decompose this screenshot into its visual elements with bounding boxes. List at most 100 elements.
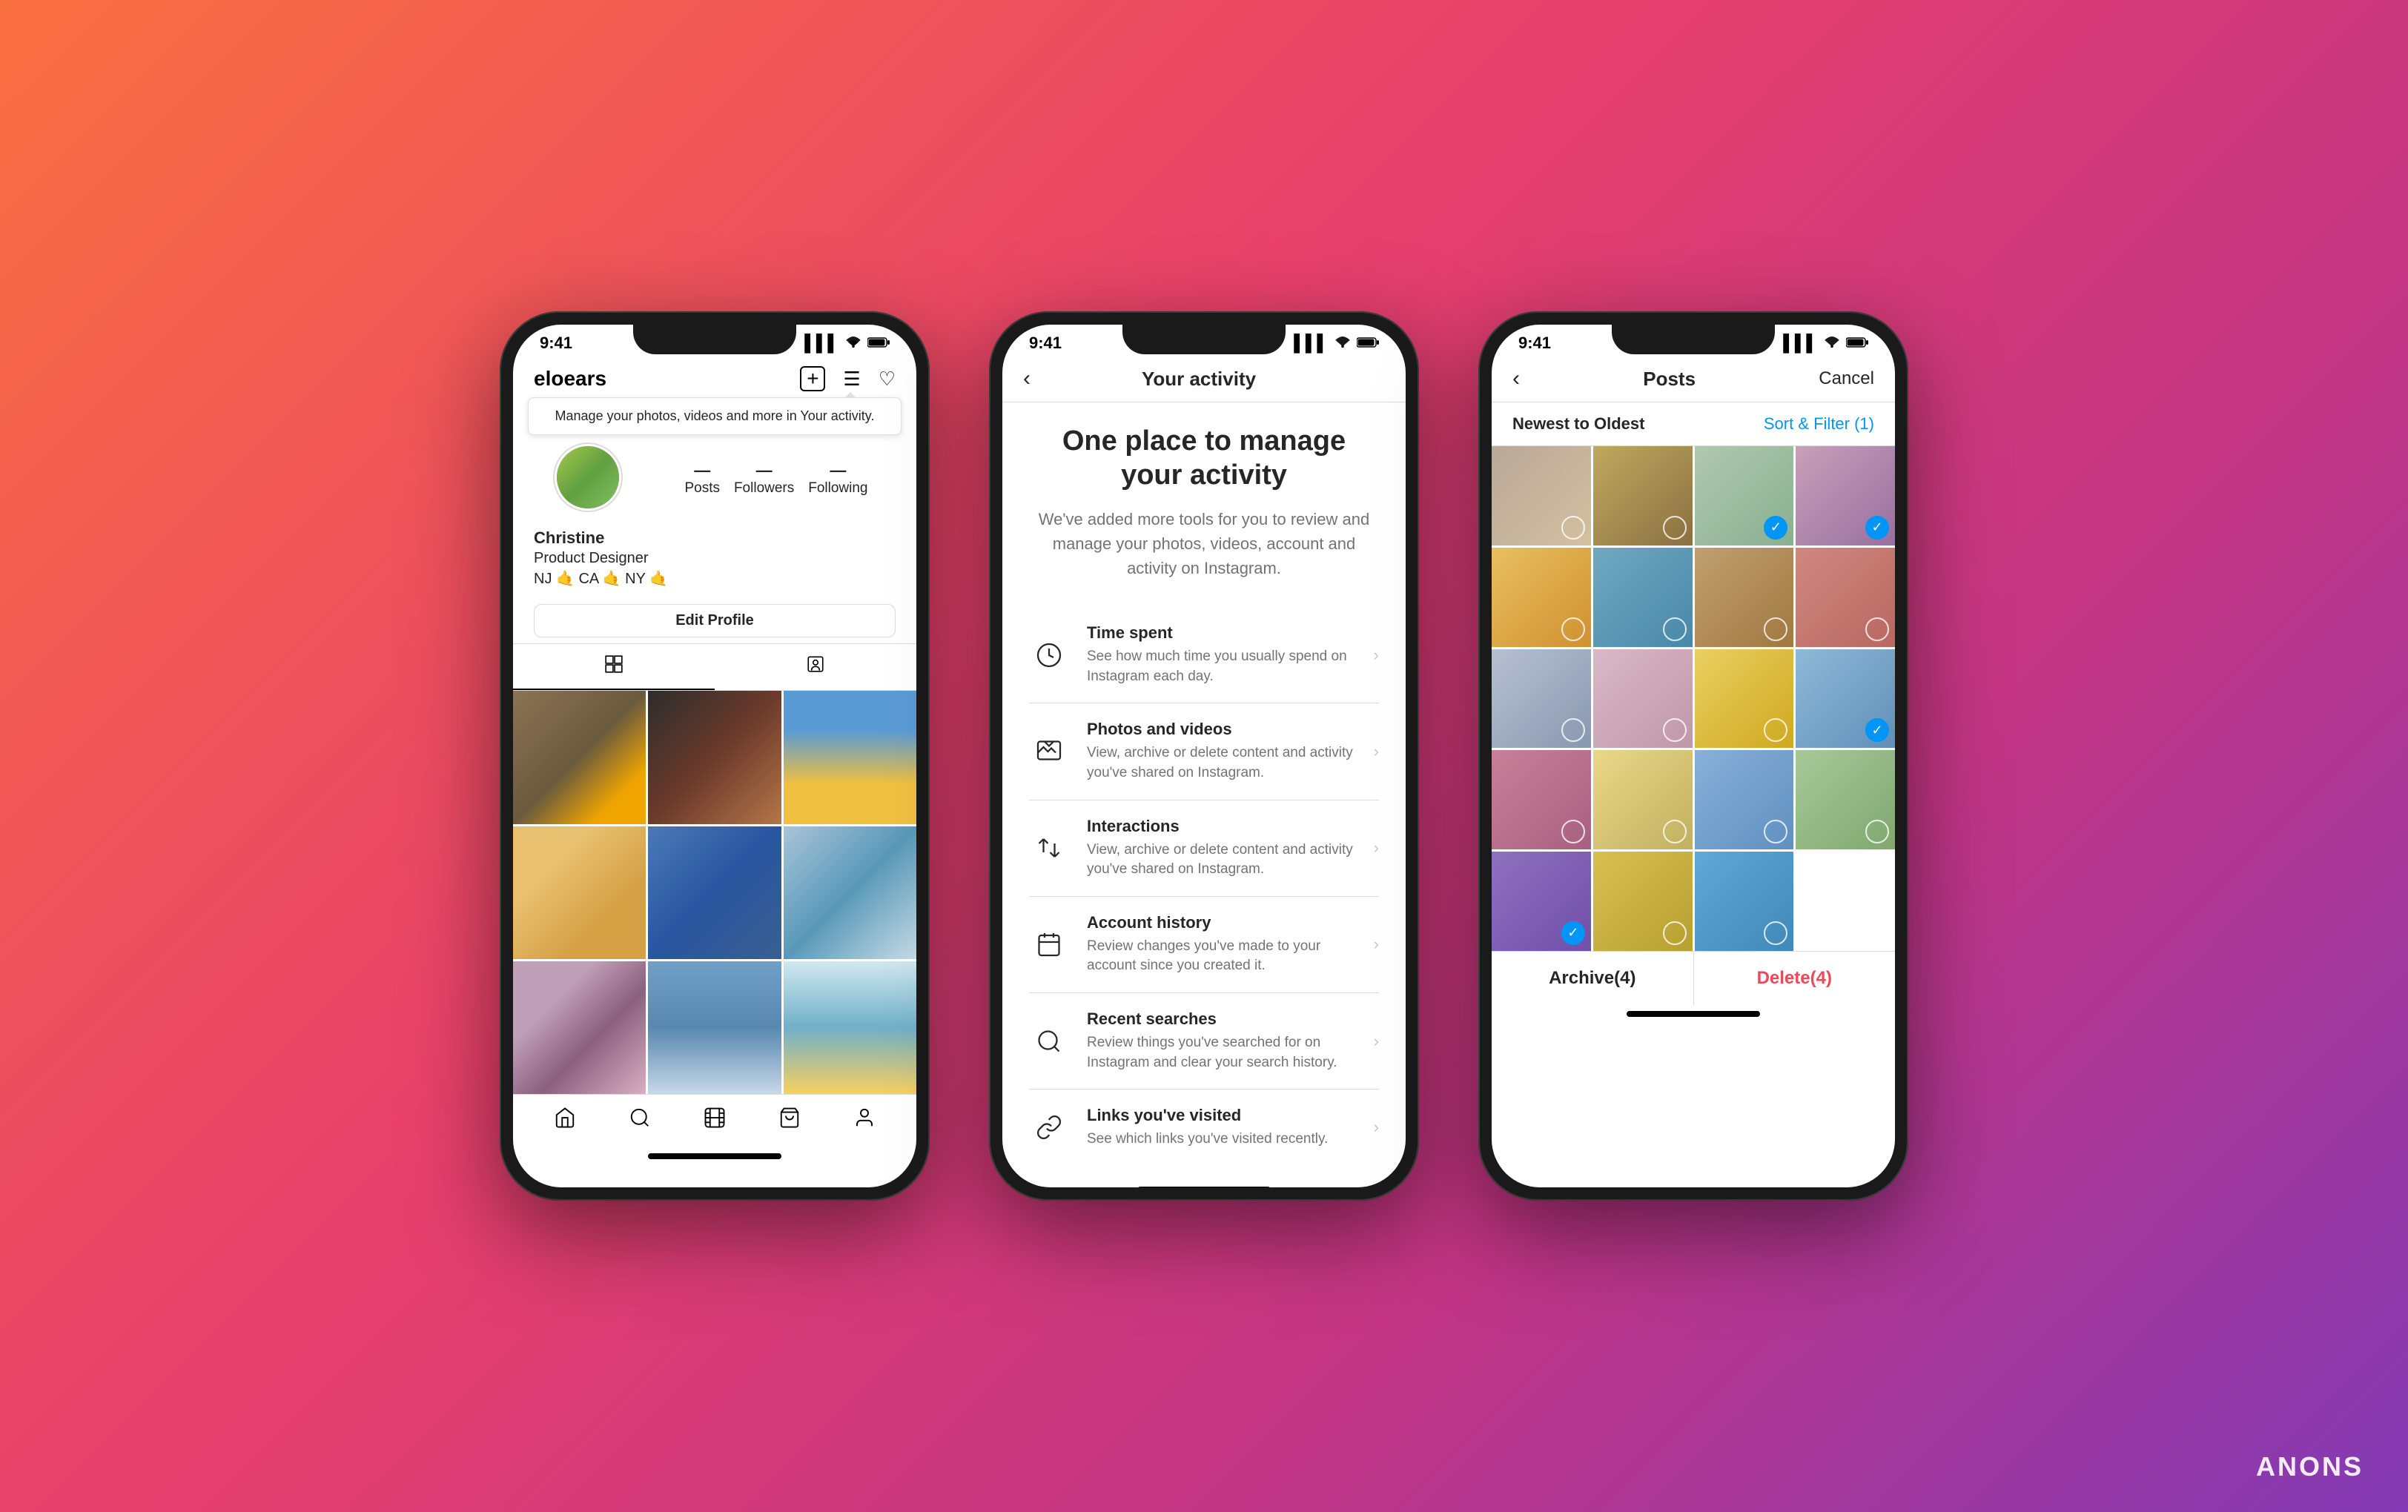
photo-cell-1[interactable] [513,691,646,823]
posts-filter-bar: Newest to Oldest Sort & Filter (1) [1492,402,1895,446]
tooltip-box: Manage your photos, videos and more in Y… [528,397,902,435]
activity-item-time[interactable]: Time spent See how much time you usually… [1029,607,1379,703]
links-icon [1029,1107,1069,1147]
activity-nav-title: Your activity [1142,368,1256,391]
links-title: Links you've visited [1087,1106,1356,1125]
photo-cell-9[interactable] [784,961,916,1094]
check-8 [1865,617,1889,641]
activity-item-time-text: Time spent See how much time you usually… [1087,623,1356,686]
post-cell-1[interactable] [1492,446,1591,546]
wifi-icon-3 [1824,334,1840,353]
post-cell-6[interactable] [1593,548,1693,647]
photo-cell-5[interactable] [648,826,781,959]
photo-cell-4[interactable] [513,826,646,959]
post-cell-11[interactable] [1695,649,1794,749]
post-cell-17[interactable]: ✓ [1492,852,1591,951]
phone-3: 9:41 ▌▌▌ ‹ Posts Cancel [1478,311,1908,1201]
profile-tabs [513,643,916,691]
followers-count: — [734,461,794,480]
add-icon[interactable]: + [800,366,825,391]
battery-icon-3 [1846,334,1868,353]
post-cell-5[interactable] [1492,548,1591,647]
activity-hero-subtitle: We've added more tools for you to review… [1029,507,1379,580]
profile-stats: — Posts — Followers — Following [657,455,896,503]
post-cell-2[interactable] [1593,446,1693,546]
reels-icon[interactable] [704,1107,726,1133]
check-5 [1561,617,1585,641]
photo-cell-7[interactable] [513,961,646,1094]
check-18 [1663,921,1687,945]
check-13 [1561,820,1585,843]
post-cell-12[interactable]: ✓ [1796,649,1895,749]
posts-stat: — Posts [684,461,720,497]
search-icon[interactable] [629,1107,651,1133]
photo-cell-3[interactable] [784,691,916,823]
photo-cell-6[interactable] [784,826,916,959]
check-16 [1865,820,1889,843]
activity-item-photos[interactable]: Photos and videos View, archive or delet… [1029,703,1379,800]
notch-3 [1612,325,1775,354]
post-cell-15[interactable] [1695,750,1794,849]
post-cell-19[interactable] [1695,852,1794,951]
back-button-3[interactable]: ‹ [1512,366,1520,391]
home-indicator-3 [1627,1011,1760,1017]
activity-item-interactions-text: Interactions View, archive or delete con… [1087,817,1356,880]
following-count: — [808,461,867,480]
menu-icon[interactable]: ☰ [843,368,860,391]
activity-item-searches[interactable]: Recent searches Review things you've sea… [1029,993,1379,1090]
back-button-2[interactable]: ‹ [1023,366,1031,391]
activity-item-history[interactable]: Account history Review changes you've ma… [1029,897,1379,993]
heart-icon[interactable]: ♡ [879,368,896,391]
profile-screen: eloears + ☰ ♡ Manage your photos, videos… [513,359,916,1162]
history-icon [1029,924,1069,964]
signal-icon-1: ▌▌▌ [804,334,839,353]
archive-button[interactable]: Archive(4) [1492,952,1694,1005]
post-cell-4[interactable]: ✓ [1796,446,1895,546]
sort-filter-button[interactable]: Sort & Filter (1) [1764,414,1874,434]
home-icon[interactable] [554,1107,576,1133]
post-cell-18[interactable] [1593,852,1693,951]
photos-icon [1029,732,1069,772]
profile-name: Christine [534,528,896,548]
photo-grid [513,691,916,1094]
post-cell-7[interactable] [1695,548,1794,647]
tooltip-text: Manage your photos, videos and more in Y… [555,408,875,423]
wifi-icon-1 [845,334,861,353]
delete-button[interactable]: Delete(4) [1694,952,1896,1005]
check-2 [1663,516,1687,540]
photos-desc: View, archive or delete content and acti… [1087,743,1356,783]
post-cell-9[interactable] [1492,649,1591,749]
post-cell-16[interactable] [1796,750,1895,849]
interactions-desc: View, archive or delete content and acti… [1087,840,1356,880]
photo-cell-2[interactable] [648,691,781,823]
post-cell-10[interactable] [1593,649,1693,749]
history-desc: Review changes you've made to your accou… [1087,937,1356,976]
post-cell-13[interactable] [1492,750,1591,849]
cancel-button[interactable]: Cancel [1819,368,1874,389]
activity-item-links-text: Links you've visited See which links you… [1087,1106,1356,1150]
post-cell-8[interactable] [1796,548,1895,647]
photos-title: Photos and videos [1087,720,1356,739]
time-icon [1029,635,1069,675]
check-19 [1764,921,1787,945]
profile-header-icons: + ☰ ♡ [800,366,896,391]
edit-profile-button[interactable]: Edit Profile [534,604,896,637]
activity-item-interactions[interactable]: Interactions View, archive or delete con… [1029,800,1379,897]
tab-tagged[interactable] [715,644,916,690]
chevron-interactions: › [1374,838,1379,858]
time-spent-desc: See how much time you usually spend on I… [1087,647,1356,686]
check-15 [1764,820,1787,843]
shop-icon[interactable] [778,1107,801,1133]
posts-nav-title: Posts [1643,368,1696,391]
photo-cell-8[interactable] [648,961,781,1094]
post-cell-3[interactable]: ✓ [1695,446,1794,546]
following-label: Following [808,480,867,497]
tab-grid[interactable] [513,644,715,690]
posts-nav: ‹ Posts Cancel [1492,359,1895,402]
check-11 [1764,718,1787,742]
activity-item-searches-text: Recent searches Review things you've sea… [1087,1009,1356,1072]
activity-item-links[interactable]: Links you've visited See which links you… [1029,1090,1379,1166]
links-desc: See which links you've visited recently. [1087,1130,1356,1150]
post-cell-14[interactable] [1593,750,1693,849]
profile-icon[interactable] [853,1107,876,1133]
